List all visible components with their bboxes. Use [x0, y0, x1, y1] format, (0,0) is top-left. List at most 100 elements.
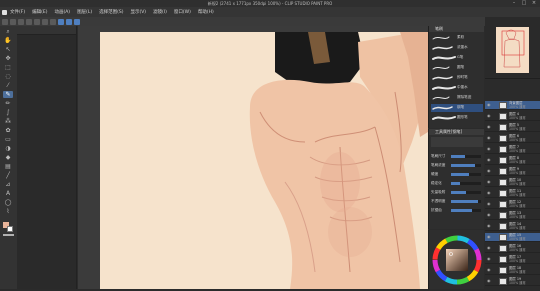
snap-grid-icon[interactable] [74, 18, 80, 25]
eye-icon[interactable]: ◉ [487, 125, 491, 129]
move-layer-icon[interactable]: ✥ [3, 55, 13, 62]
eye-icon[interactable]: ◉ [487, 114, 491, 118]
ruler-icon[interactable]: ⊿ [3, 181, 13, 188]
brush-item[interactable]: 钢笔 [431, 104, 483, 112]
layer-row[interactable]: ◉ 图层 9 100% 通常 [485, 167, 540, 176]
blend-icon[interactable]: ◑ [3, 145, 13, 152]
tool-property-slider[interactable] [451, 200, 481, 203]
menu-window[interactable]: 窗口(W) [174, 9, 191, 15]
layer-row[interactable]: ◉ 图层 4 100% 通常 [485, 112, 540, 121]
layer-row[interactable]: ◉ 图层 18 100% 通常 [485, 266, 540, 275]
layer-row[interactable]: ◉ 图层 7 100% 通常 [485, 145, 540, 154]
sub-color-swatch[interactable] [7, 226, 13, 232]
eye-icon[interactable]: ◉ [487, 224, 491, 228]
tool-property-tab[interactable]: 工具属性[钢笔] [429, 129, 484, 135]
menu-layer[interactable]: 图层(L) [77, 9, 92, 15]
brush-item[interactable]: 浓墨水 [431, 44, 483, 52]
tool-property-slider[interactable] [451, 164, 481, 167]
text-icon[interactable]: A [3, 190, 13, 197]
color-wheel[interactable] [429, 230, 485, 289]
new-file-icon[interactable] [2, 18, 8, 25]
eye-icon[interactable]: ◉ [487, 103, 491, 107]
close-icon[interactable]: × [530, 1, 538, 6]
brush-item[interactable]: 圆笔 [431, 64, 483, 72]
gradient-icon[interactable]: ▤ [3, 163, 13, 170]
eye-icon[interactable]: ◉ [487, 147, 491, 151]
selection-icon[interactable]: ⬚ [3, 64, 13, 71]
menu-view[interactable]: 显示(V) [130, 9, 146, 15]
layer-row[interactable]: ◉ 图层 10 100% 通常 [485, 178, 540, 187]
navigator-thumbnail[interactable] [496, 27, 529, 73]
brush-icon[interactable]: ∫ [3, 109, 13, 116]
eye-icon[interactable]: ◉ [487, 191, 491, 195]
menu-selection[interactable]: 选择范围(S) [99, 9, 123, 15]
open-file-icon[interactable] [10, 18, 16, 25]
eye-icon[interactable]: ◉ [487, 202, 491, 206]
figure-icon[interactable]: ╱ [3, 172, 13, 179]
operation-icon[interactable]: ↖ [3, 46, 13, 53]
tool-property-slider[interactable] [451, 209, 481, 212]
redo-icon[interactable] [34, 18, 40, 25]
brush-item[interactable]: 擦除笔迹 [431, 94, 483, 102]
layer-row[interactable]: ◉ 图层 15 100% 通常 [485, 233, 540, 242]
eye-icon[interactable]: ◉ [487, 213, 491, 217]
layer-row[interactable]: ◉ 图层 12 100% 通常 [485, 200, 540, 209]
maximize-icon[interactable]: □ [520, 1, 528, 6]
menu-animation[interactable]: 动画(A) [54, 9, 70, 15]
pen-icon[interactable]: ✎ [3, 91, 13, 98]
tool-property-slider[interactable] [451, 173, 481, 176]
zoom-icon[interactable]: ⌕ [3, 28, 13, 35]
correct-line-icon[interactable]: ⌇ [3, 208, 13, 215]
brush-item[interactable]: G笔 [431, 54, 483, 62]
tool-property-slider[interactable] [451, 155, 481, 158]
transform-icon[interactable] [50, 18, 56, 25]
eye-icon[interactable]: ◉ [487, 136, 491, 140]
fill-icon[interactable]: ◆ [3, 154, 13, 161]
brush-item[interactable]: 中墨水 [431, 84, 483, 92]
eye-icon[interactable]: ◉ [487, 257, 491, 261]
layer-row[interactable]: ◉ 图层 8 100% 通常 [485, 156, 540, 165]
layer-row[interactable]: ◉ 图层 13 100% 通常 [485, 211, 540, 220]
save-icon[interactable] [18, 18, 24, 25]
eye-icon[interactable]: ◉ [487, 246, 491, 250]
menu-edit[interactable]: 编辑(E) [32, 9, 47, 15]
eraser-icon[interactable]: ▭ [3, 136, 13, 143]
brush-panel-tab[interactable]: 笔刷 [429, 26, 484, 32]
eye-icon[interactable]: ◉ [487, 180, 491, 184]
balloon-icon[interactable]: ◯ [3, 199, 13, 206]
decoration-icon[interactable]: ✿ [3, 127, 13, 134]
eye-icon[interactable]: ◉ [487, 235, 491, 239]
layer-row[interactable]: ◉ 图层 17 100% 通常 [485, 255, 540, 264]
undo-icon[interactable] [26, 18, 32, 25]
layer-row[interactable]: ◉ 图层 6 100% 通常 [485, 134, 540, 143]
menu-filter[interactable]: 滤镜(I) [153, 9, 167, 15]
brush-item[interactable]: 圆形笔 [431, 114, 483, 122]
tool-property-slider[interactable] [451, 182, 481, 185]
clear-icon[interactable] [42, 18, 48, 25]
minimize-icon[interactable]: – [510, 1, 518, 6]
snap-special-ruler-icon[interactable] [66, 18, 72, 25]
menu-help[interactable]: 帮助(H) [198, 9, 214, 15]
snap-ruler-icon[interactable] [58, 18, 64, 25]
layer-row[interactable]: ◉ 图层 5 100% 通常 [485, 123, 540, 132]
brush-item[interactable]: 即时笔 [431, 74, 483, 82]
layer-row[interactable]: ◉ 图层 11 100% 通常 [485, 189, 540, 198]
eye-icon[interactable]: ◉ [487, 169, 491, 173]
eyedropper-icon[interactable]: ⁄ [3, 82, 13, 89]
layer-row[interactable]: ◉ 图层 14 100% 通常 [485, 222, 540, 231]
brush-item[interactable]: 柔软 [431, 34, 483, 42]
eye-icon[interactable]: ◉ [487, 268, 491, 272]
eye-icon[interactable]: ◉ [487, 279, 491, 283]
hand-icon[interactable]: ✋ [3, 37, 13, 44]
pencil-icon[interactable]: ✏ [3, 100, 13, 107]
lasso-icon[interactable]: ◌ [3, 73, 13, 80]
transparent-color-swatch[interactable] [3, 234, 14, 236]
airbrush-icon[interactable]: ⁂ [3, 118, 13, 125]
tool-property-slider[interactable] [451, 191, 481, 194]
eye-icon[interactable]: ◉ [487, 158, 491, 162]
layer-row[interactable]: ◉ 图层 19 100% 通常 [485, 277, 540, 286]
menu-file[interactable]: 文件(F) [10, 9, 25, 15]
layer-row[interactable]: ◉ 背景图层 100% 通常 [485, 101, 540, 110]
drawing-canvas[interactable] [100, 32, 428, 289]
layer-row[interactable]: ◉ 图层 16 100% 通常 [485, 244, 540, 253]
